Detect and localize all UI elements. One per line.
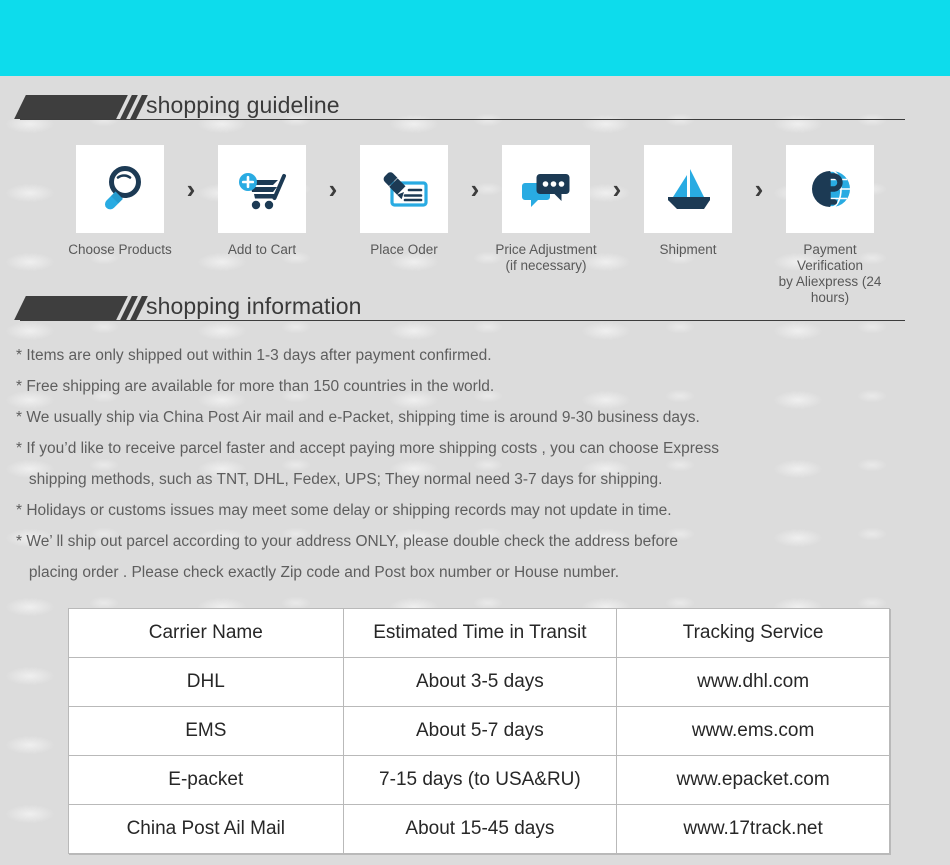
sailboat-icon (668, 169, 710, 209)
step-label: Place Oder (370, 242, 438, 257)
cell-estimated-time: 7-15 days (to USA&RU) (342, 755, 618, 805)
column-header-estimated-time: Estimated Time in Transit (342, 608, 618, 658)
column-header-carrier-name: Carrier Name (68, 608, 344, 658)
page-root: shopping guideline Choose Products › Add… (0, 0, 950, 865)
cell-carrier-name: E-packet (68, 755, 344, 805)
step-price-adjustment[interactable]: Price Adjustment (if necessary) (491, 145, 601, 274)
step-place-order[interactable]: Place Oder (349, 145, 459, 258)
section-header-information: shopping information (0, 291, 950, 333)
cell-carrier-name: DHL (68, 657, 344, 707)
column-header-tracking-service: Tracking Service (616, 608, 890, 658)
step-shipment[interactable]: Shipment (633, 145, 743, 258)
step-icon-box (644, 145, 732, 233)
info-line: * Items are only shipped out within 1-3 … (16, 347, 492, 364)
table-row: EMS About 5-7 days www.ems.com (68, 706, 890, 756)
step-add-to-cart[interactable]: Add to Cart (207, 145, 317, 258)
chevron-right-icon-2: › (328, 173, 338, 204)
chevron-right-icon-3: › (470, 173, 480, 204)
cell-estimated-time: About 15-45 days (342, 804, 618, 854)
section-header-guideline: shopping guideline (0, 90, 950, 132)
section-title-guideline: shopping guideline (146, 92, 340, 118)
top-cyan-banner (0, 0, 950, 76)
info-line: * Free shipping are available for more t… (16, 378, 495, 395)
step-label: Shipment (659, 242, 717, 257)
magnifier-icon (104, 166, 141, 210)
shipping-info-list: * Items are only shipped out within 1-3 … (16, 340, 934, 588)
shopping-cart-plus-icon (239, 173, 286, 210)
info-line: * Holidays or customs issues may meet so… (16, 502, 672, 519)
step-label: Add to Cart (227, 242, 297, 257)
chat-bubbles-icon (522, 174, 570, 207)
table-header-row: Carrier Name Estimated Time in Transit T… (68, 608, 890, 658)
section-flag-shape (14, 296, 126, 320)
cell-tracking-service[interactable]: www.17track.net (616, 804, 890, 854)
info-line: * We’ ll ship out parcel according to yo… (16, 533, 679, 550)
section-flag-shape (14, 95, 126, 119)
info-line: placing order . Please check exactly Zip… (16, 564, 620, 581)
carrier-table: Carrier Name Estimated Time in Transit T… (68, 608, 890, 854)
cell-tracking-service[interactable]: www.epacket.com (616, 755, 890, 805)
info-line: * We usually ship via China Post Air mai… (16, 409, 700, 426)
step-label: Choose Products (68, 242, 172, 257)
table-row: DHL About 3-5 days www.dhl.com (68, 657, 890, 707)
info-line: shipping methods, such as TNT, DHL, Fede… (16, 471, 663, 488)
section-title-information: shopping information (146, 293, 362, 319)
step-icon-box (218, 145, 306, 233)
step-choose-products[interactable]: Choose Products (65, 145, 175, 258)
step-payment-verification[interactable]: Payment Verification by Aliexpress (24 h… (775, 145, 885, 306)
step-icon-box (76, 145, 164, 233)
table-row: China Post Ail Mail About 15-45 days www… (68, 804, 890, 854)
pen-check-icon (383, 172, 428, 207)
chevron-right-icon-1: › (186, 173, 196, 204)
step-icon-box (502, 145, 590, 233)
cell-tracking-service[interactable]: www.ems.com (616, 706, 890, 756)
chevron-right-icon-4: › (612, 173, 622, 204)
step-label: Price Adjustment (if necessary) (495, 242, 597, 273)
cell-estimated-time: About 3-5 days (342, 657, 618, 707)
cell-tracking-service[interactable]: www.dhl.com (616, 657, 890, 707)
chevron-right-icon-5: › (754, 173, 764, 204)
shopping-steps-row: Choose Products › Add to Cart › Place Od… (0, 145, 950, 305)
cell-estimated-time: About 5-7 days (342, 706, 618, 756)
step-icon-box (786, 145, 874, 233)
cell-carrier-name: EMS (68, 706, 344, 756)
cell-carrier-name: China Post Ail Mail (68, 804, 344, 854)
table-row: E-packet 7-15 days (to USA&RU) www.epack… (68, 755, 890, 805)
info-line: * If you’d like to receive parcel faster… (16, 440, 720, 457)
step-icon-box (360, 145, 448, 233)
dollar-globe-icon (812, 170, 850, 208)
